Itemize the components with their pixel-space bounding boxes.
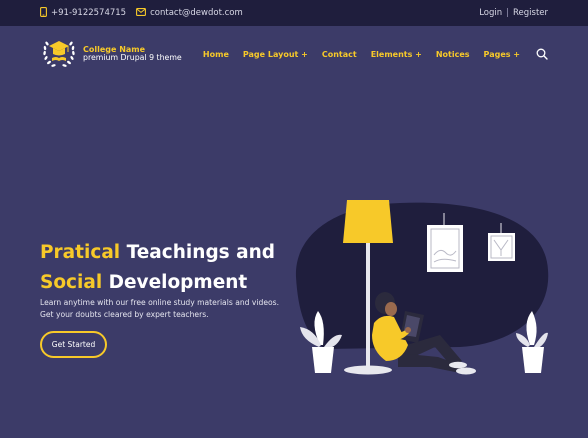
nav-page-layout[interactable]: Page Layout + bbox=[243, 50, 308, 59]
hero-highlight-1: Pratical bbox=[40, 242, 121, 263]
brand-tagline: premium Drupal 9 theme bbox=[83, 53, 182, 63]
hero-title-rest-1: Teachings and bbox=[120, 242, 276, 263]
graduation-cap-wreath-logo bbox=[40, 33, 78, 75]
hero-title-rest-2: Development bbox=[102, 272, 248, 293]
hero-highlight-2: Social bbox=[40, 272, 103, 293]
nav-home[interactable]: Home bbox=[203, 50, 229, 59]
main-nav: Home Page Layout + Contact Elements + No… bbox=[203, 48, 548, 60]
brand-text: College Name premium Drupal 9 theme bbox=[83, 45, 182, 63]
search-icon[interactable] bbox=[536, 48, 548, 60]
auth-links: Login | Register bbox=[479, 8, 548, 18]
email-icon bbox=[136, 7, 147, 19]
auth-separator: | bbox=[506, 8, 509, 18]
phone-contact[interactable]: +91-9122574715 bbox=[40, 6, 127, 20]
login-link[interactable]: Login bbox=[479, 8, 502, 18]
hero-description: Learn anytime with our free online study… bbox=[40, 298, 280, 319]
register-link[interactable]: Register bbox=[513, 8, 548, 18]
contact-info: +91-9122574715 contact@dewdot.com bbox=[40, 6, 243, 20]
hero-title-line-2: Social Development bbox=[40, 268, 275, 298]
top-bar: +91-9122574715 contact@dewdot.com Login … bbox=[0, 0, 588, 26]
nav-contact[interactable]: Contact bbox=[322, 50, 357, 59]
get-started-button[interactable]: Get Started bbox=[40, 331, 107, 358]
hero-illustration bbox=[290, 195, 560, 389]
hero-title-line-1: Pratical Teachings and bbox=[40, 238, 275, 268]
nav-notices[interactable]: Notices bbox=[436, 50, 470, 59]
phone-number: +91-9122574715 bbox=[51, 8, 127, 18]
hero-title: Pratical Teachings and Social Developmen… bbox=[40, 238, 275, 298]
site-header: College Name premium Drupal 9 theme Home… bbox=[0, 26, 588, 82]
email-address: contact@dewdot.com bbox=[150, 8, 243, 18]
nav-pages[interactable]: Pages + bbox=[484, 50, 520, 59]
phone-icon bbox=[40, 6, 47, 20]
illustration-blob bbox=[295, 202, 549, 349]
brand[interactable]: College Name premium Drupal 9 theme bbox=[40, 33, 182, 75]
nav-elements[interactable]: Elements + bbox=[371, 50, 422, 59]
email-contact[interactable]: contact@dewdot.com bbox=[136, 7, 243, 19]
